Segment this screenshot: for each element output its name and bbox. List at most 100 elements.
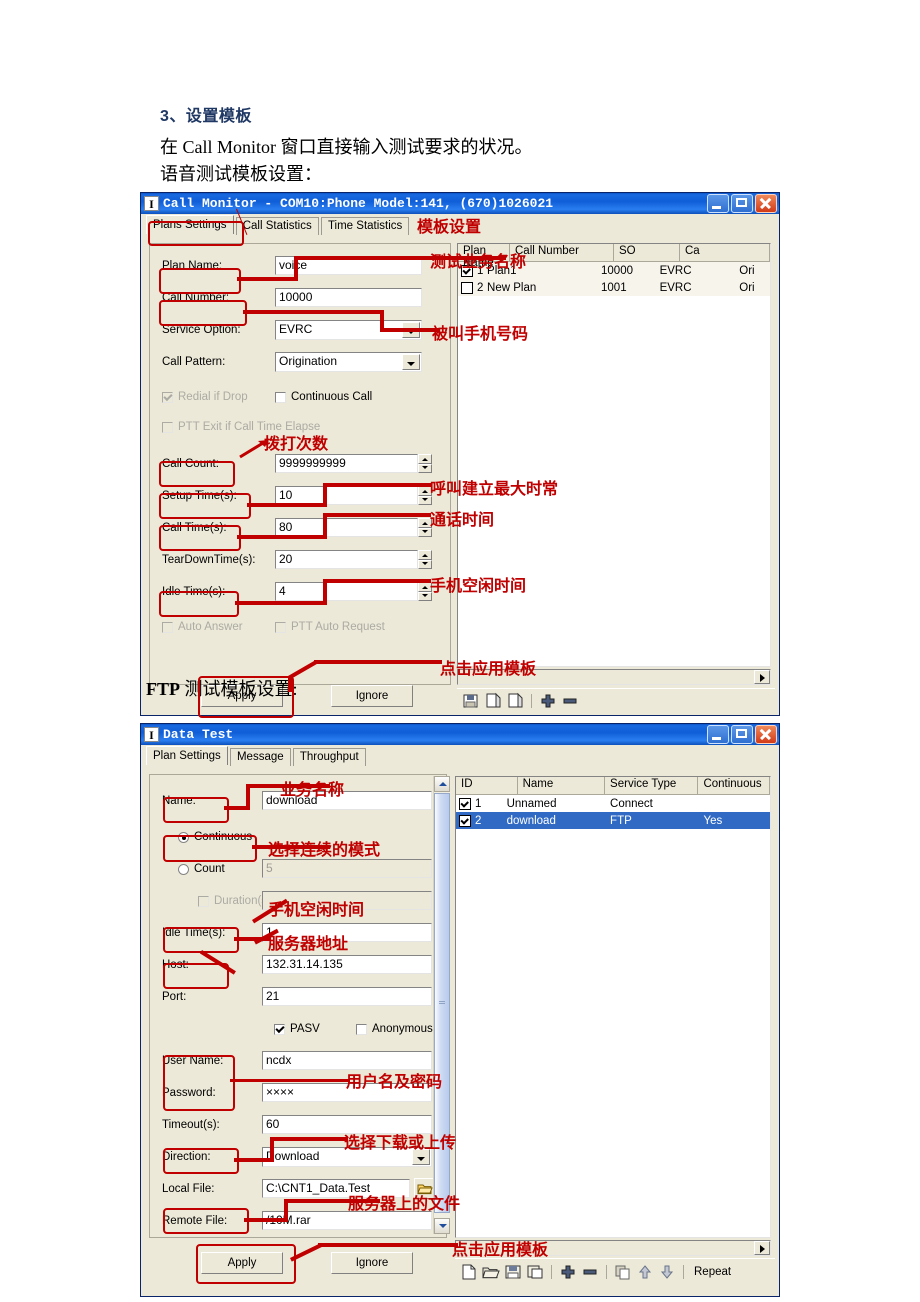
local-file-label: Local File:	[162, 1183, 215, 1195]
maximize-icon[interactable]	[731, 725, 753, 744]
anonymous-checkbox[interactable]: Anonymous	[356, 1023, 433, 1035]
row-checkbox[interactable]	[459, 797, 471, 810]
host-input[interactable]: 132.31.14.135	[262, 955, 432, 974]
annotation-leader	[230, 1079, 350, 1082]
settings-vscrollbar[interactable]	[433, 776, 450, 1234]
data-test-plan-list[interactable]: ID Name Service Type Continuous 1 Unname…	[455, 776, 771, 1238]
scroll-right-icon[interactable]	[754, 1241, 770, 1255]
column-so[interactable]: SO	[614, 244, 680, 261]
annotation-test-service-name: 测试业务名称	[430, 252, 527, 271]
call-count-stepper[interactable]	[418, 454, 432, 473]
scroll-down-icon[interactable]	[434, 1218, 450, 1234]
data-test-apply-button[interactable]: Apply	[201, 1252, 283, 1274]
call-monitor-title: Call Monitor - COM10:Phone Model:141, (6…	[163, 196, 554, 211]
row-so: EVRC	[659, 264, 692, 277]
auto-answer-checkbox[interactable]: Auto Answer	[162, 621, 243, 633]
port-label: Port:	[162, 991, 187, 1003]
continuous-call-checkbox[interactable]: Continuous Call	[275, 391, 372, 403]
tab-plan-settings[interactable]: Plan Settings	[146, 746, 228, 765]
tab-throughput[interactable]: Throughput	[292, 748, 366, 766]
annotation-leader	[247, 503, 327, 507]
move-down-icon[interactable]	[657, 1263, 677, 1281]
remove-icon[interactable]	[580, 1263, 600, 1281]
call-time-label: Call Time(s):	[162, 522, 227, 534]
direction-value: Download	[266, 1149, 320, 1163]
data-test-title: Data Test	[163, 727, 234, 742]
idle-time-input[interactable]: 4	[275, 582, 418, 601]
tab-message[interactable]: Message	[229, 748, 291, 766]
call-number-input[interactable]: 10000	[275, 288, 422, 307]
annotation-select-continuous-mode: 选择连续的模式	[268, 840, 381, 859]
plan-list-header: ID Name Service Type Continuous	[456, 777, 770, 795]
column-ca[interactable]: Ca	[680, 244, 770, 261]
tab-time-statistics[interactable]: Time Statistics	[320, 217, 410, 235]
close-icon[interactable]	[755, 725, 777, 744]
annotation-leader	[318, 1243, 458, 1247]
table-row[interactable]: 2 download FTP Yes	[456, 812, 770, 829]
annotation-template-settings: 模板设置	[417, 217, 482, 236]
table-row[interactable]: 2 New Plan 1001 EVRC Ori	[458, 279, 770, 296]
idle-time-label: Idle Time(s):	[162, 586, 226, 598]
data-test-ignore-button[interactable]: Ignore	[331, 1252, 413, 1274]
call-monitor-plan-list[interactable]: Plan Name Call Number SO Ca 1 Plan1 1000…	[457, 243, 771, 667]
minimize-icon[interactable]	[707, 725, 729, 744]
column-continuous[interactable]: Continuous	[698, 777, 770, 794]
minimize-icon[interactable]	[707, 194, 729, 213]
add-icon[interactable]	[558, 1263, 578, 1281]
annotation-max-setup-time: 呼叫建立最大时常	[430, 479, 559, 498]
call-count-input[interactable]: 9999999999	[275, 454, 418, 473]
ptt-auto-request-checkbox[interactable]: PTT Auto Request	[275, 621, 385, 633]
pasv-checkbox[interactable]: PASV	[274, 1023, 320, 1035]
annotation-leader	[237, 277, 297, 281]
row-ca: Ori	[739, 264, 755, 277]
ftp-section-heading: FTP 测试模板设置:	[146, 675, 298, 701]
count-input[interactable]: 5	[262, 859, 432, 878]
column-name[interactable]: Name	[517, 777, 606, 794]
row-checkbox[interactable]	[461, 281, 473, 294]
teardown-time-label: TearDownTime(s):	[162, 554, 256, 566]
chevron-down-icon[interactable]	[402, 354, 420, 370]
remove-icon[interactable]	[560, 692, 580, 710]
direction-label: Direction:	[162, 1151, 211, 1163]
save-copy-icon[interactable]	[505, 692, 525, 710]
redial-if-drop-checkbox[interactable]: Redial if Drop	[162, 391, 248, 403]
move-up-icon[interactable]	[635, 1263, 655, 1281]
host-label: Host:	[162, 959, 189, 971]
column-service-type[interactable]: Service Type	[605, 777, 699, 794]
port-input[interactable]: 21	[262, 987, 432, 1006]
close-icon[interactable]	[755, 194, 777, 213]
new-icon[interactable]	[459, 1263, 479, 1281]
annotation-leader	[270, 1137, 348, 1141]
column-id[interactable]: ID	[456, 777, 518, 794]
teardown-time-stepper[interactable]	[418, 550, 432, 569]
save-icon[interactable]	[503, 1263, 523, 1281]
call-monitor-ignore-button[interactable]: Ignore	[331, 685, 413, 707]
data-test-titlebar[interactable]: I Data Test	[141, 724, 779, 745]
annotation-called-mobile-number: 被叫手机号码	[432, 324, 529, 343]
open-icon[interactable]	[481, 1263, 501, 1281]
save-icon[interactable]	[461, 692, 481, 710]
save-as-icon[interactable]	[525, 1263, 545, 1281]
add-icon[interactable]	[538, 692, 558, 710]
call-pattern-select[interactable]: Origination	[275, 352, 422, 372]
annotation-username-password: 用户名及密码	[346, 1072, 443, 1091]
annotation-leader	[244, 1218, 288, 1222]
table-row[interactable]: 1 Unnamed Connect	[456, 795, 770, 812]
row-checkbox[interactable]	[459, 814, 471, 827]
annotation-server-file: 服务器上的文件	[348, 1194, 461, 1213]
tab-call-statistics[interactable]: Call Statistics	[235, 217, 319, 235]
duration-checkbox[interactable]: Duration(s)	[198, 895, 271, 907]
call-pattern-label: Call Pattern:	[162, 356, 226, 368]
document-page: 3、设置模板 在 Call Monitor 窗口直接输入测试要求的状况。 语音测…	[0, 0, 920, 1302]
maximize-icon[interactable]	[731, 194, 753, 213]
tab-plans-settings[interactable]: Plans Settings	[146, 215, 234, 234]
continuous-radio[interactable]: Continuous	[178, 831, 252, 843]
password-label: Password:	[162, 1087, 216, 1099]
teardown-time-input[interactable]: 20	[275, 550, 418, 569]
scroll-up-icon[interactable]	[434, 776, 450, 792]
scroll-right-icon[interactable]	[754, 670, 770, 684]
copy-icon[interactable]	[613, 1263, 633, 1281]
row-service-type: FTP	[610, 814, 632, 827]
save-as-icon[interactable]	[483, 692, 503, 710]
count-radio[interactable]: Count	[178, 863, 225, 875]
